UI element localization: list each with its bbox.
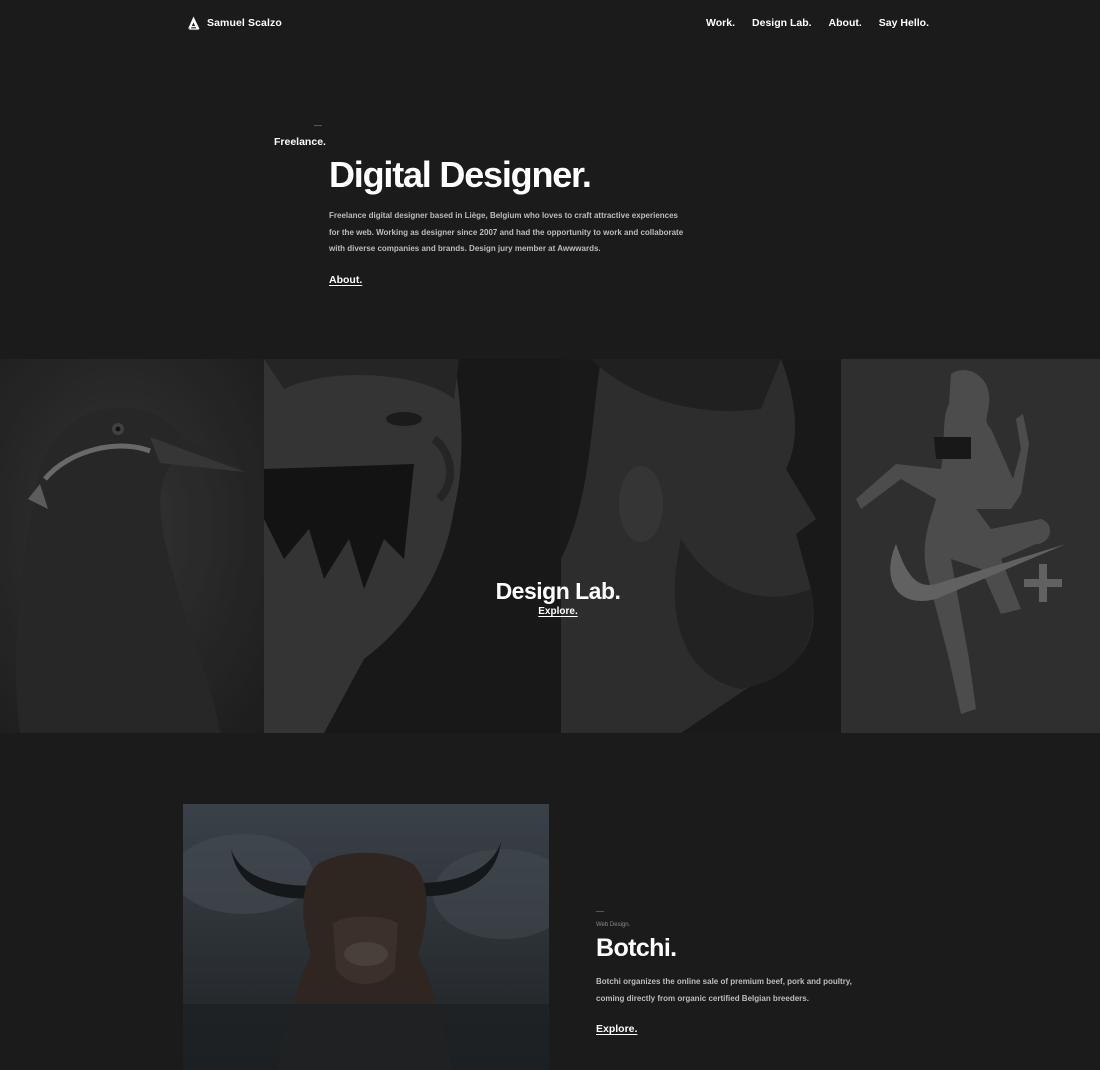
main-nav: Work. Design Lab. About. Say Hello.: [706, 17, 929, 29]
project-accent-dash: [596, 911, 604, 912]
project-description: Botchi organizes the online sale of prem…: [596, 977, 852, 1003]
project-category: Web Design.: [596, 922, 631, 928]
design-lab-explore-link[interactable]: Explore.: [538, 606, 577, 617]
site-header: Samuel Scalzo Work. Design Lab. About. S…: [0, 0, 1100, 48]
nav-say-hello-link[interactable]: Say Hello.: [879, 17, 929, 29]
nav-design-lab-link[interactable]: Design Lab.: [752, 17, 812, 29]
design-lab-section[interactable]: Design Lab. Explore.: [0, 359, 1100, 733]
logo-text: Samuel Scalzo: [207, 16, 282, 29]
project-title: Botchi.: [596, 934, 677, 962]
hero-eyebrow: Freelance.: [274, 136, 326, 148]
design-lab-overlay: [0, 359, 1100, 733]
hero-about-link[interactable]: About.: [329, 274, 362, 286]
design-lab-title: Design Lab.: [495, 578, 621, 604]
hero-title: Digital Designer.: [329, 154, 592, 195]
nav-work-link[interactable]: Work.: [706, 17, 735, 29]
hero-description: Freelance digital designer based in Lièg…: [329, 211, 684, 253]
project-explore-link[interactable]: Explore.: [596, 1023, 637, 1035]
logo-link[interactable]: Samuel Scalzo: [187, 15, 282, 30]
logo-icon: [188, 16, 200, 30]
highland-cow-image[interactable]: [183, 804, 549, 1070]
accent-dash: [314, 125, 322, 126]
nav-about-link[interactable]: About.: [829, 17, 862, 29]
